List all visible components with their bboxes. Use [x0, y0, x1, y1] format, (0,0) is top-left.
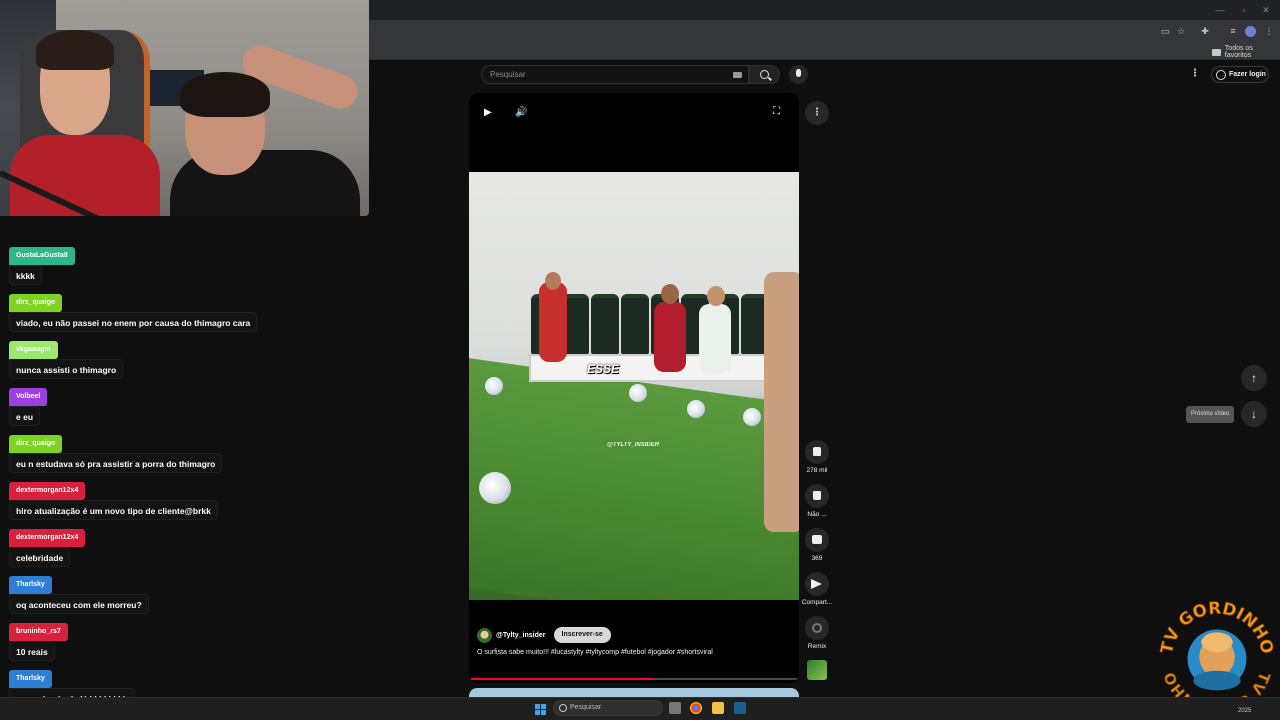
next-video-tooltip: Próximo vídeo	[1186, 406, 1235, 423]
volume-icon[interactable]: 🔊	[515, 107, 527, 118]
dislike-button[interactable]: Não ...	[801, 484, 833, 518]
thumbs-up-icon	[813, 447, 821, 456]
audio-thumbnail[interactable]	[807, 660, 827, 680]
shorts-player[interactable]: ▶ 🔊 ⛶ ESSE @TYLTY_INSIDER @Tylty_insider…	[469, 93, 799, 683]
comments-count: 369	[811, 555, 823, 562]
video-watermark: @TYLTY_INSIDER	[607, 442, 660, 448]
progress-bar[interactable]	[469, 678, 799, 680]
search-placeholder: Pesquisar	[490, 70, 526, 79]
voice-search-button[interactable]	[789, 65, 808, 84]
chat-message: dextermorgan12x4 celebridade	[9, 526, 86, 567]
share-button[interactable]: Compart...	[801, 572, 833, 606]
chat-username[interactable]: GustaLaGusta8	[9, 247, 75, 265]
like-count: 278 mil	[806, 467, 828, 474]
progress-fill	[469, 678, 654, 680]
chrome-app-icon[interactable]	[690, 702, 702, 714]
taskbar-search[interactable]: Pesquisar	[553, 700, 663, 716]
thumbs-down-icon	[813, 491, 821, 500]
media-icon[interactable]: ≡	[1228, 26, 1238, 36]
chat-username[interactable]: dextermorgan12x4	[9, 529, 86, 547]
task-view-icon[interactable]	[669, 702, 681, 714]
like-button[interactable]: 278 mil	[801, 440, 833, 474]
chat-username[interactable]: bruninho_rs7	[9, 623, 68, 641]
chat-text: nunca assisti o thimagro	[9, 359, 124, 379]
maximize-icon[interactable]: ▫	[1238, 4, 1250, 16]
arrow-down-icon: ↓	[1251, 407, 1257, 421]
previous-video-button[interactable]: ↑	[1241, 365, 1267, 391]
close-icon[interactable]: ✕	[1260, 4, 1272, 16]
all-bookmarks[interactable]: Todos os favoritos	[1212, 45, 1280, 59]
windows-start-icon[interactable]	[535, 704, 546, 715]
chat-text: viado, eu não passei no enem por causa d…	[9, 312, 258, 332]
all-bookmarks-label: Todos os favoritos	[1224, 45, 1253, 59]
remix-icon	[812, 623, 822, 633]
chat-message: dirz_quaigo viado, eu não passei no enem …	[9, 291, 258, 332]
comment-icon	[812, 535, 822, 544]
channel-name[interactable]: @Tylty_insider	[496, 632, 546, 639]
channel-avatar[interactable]	[477, 627, 492, 643]
login-label: Fazer login	[1229, 71, 1266, 78]
minimize-icon[interactable]: —	[1214, 4, 1226, 16]
chrome-menu-icon[interactable]: ⋮	[1264, 26, 1274, 36]
chat-message: bruninho_rs7 10 reais	[9, 620, 68, 661]
chat-message: dirz_quaigo eu n estudava só pra assistir…	[9, 432, 223, 473]
steam-app-icon[interactable]	[734, 702, 746, 714]
chat-message: dextermorgan12x4 hiro atualização é um no…	[9, 479, 218, 520]
webcam-feed	[0, 0, 369, 216]
chat-username[interactable]: Tharlsky	[9, 576, 52, 594]
extensions-icon[interactable]: ✚	[1200, 26, 1210, 36]
star-icon[interactable]: ☆	[1176, 26, 1186, 36]
channel-row: @Tylty_insider Inscrever-se	[477, 627, 611, 643]
video-overlay-text: ESSE	[587, 362, 620, 376]
chat-text: eu n estudava só pra assistir a porra do…	[9, 453, 223, 473]
file-explorer-icon[interactable]	[712, 702, 724, 714]
chat-text: oq aconteceu com ele morreu?	[9, 594, 149, 614]
share-icon	[811, 579, 822, 589]
profile-avatar[interactable]	[1245, 26, 1256, 37]
chat-username[interactable]: dirz_quaigo	[9, 435, 63, 453]
chat-username[interactable]: Volbeel	[9, 388, 48, 406]
subscribe-button[interactable]: Inscrever-se	[553, 627, 611, 643]
remix-button[interactable]: Remix	[801, 616, 833, 650]
taskbar-clock: 2025	[1238, 708, 1252, 714]
more-options-icon[interactable]: ⋮	[1190, 68, 1200, 79]
share-label: Compart...	[801, 599, 833, 606]
dislike-label: Não ...	[807, 511, 827, 518]
keyboard-icon[interactable]	[733, 72, 742, 78]
comments-button[interactable]: 369	[801, 528, 833, 562]
search-button[interactable]	[749, 65, 780, 84]
search-icon	[760, 70, 769, 79]
chat-username[interactable]: dirz_quaigo	[9, 294, 63, 312]
next-video-button[interactable]: ↓	[1241, 401, 1267, 427]
search-input[interactable]: Pesquisar	[481, 65, 749, 84]
chat-username[interactable]: vkgaaugm	[9, 341, 58, 359]
more-actions-icon[interactable]: ⋮	[805, 101, 829, 125]
microphone-icon	[796, 69, 801, 77]
chat-message: Volbeel e eu	[9, 385, 48, 426]
video-description[interactable]: O surfista sabe muito!!! #lucastylty #ty…	[477, 648, 737, 658]
user-icon	[1216, 69, 1226, 80]
login-button[interactable]: Fazer login	[1211, 66, 1269, 83]
chat-text: celebridade	[9, 547, 71, 567]
chat-text: kkkk	[9, 265, 42, 285]
fullscreen-icon[interactable]: ⛶	[773, 106, 780, 117]
chat-text: 10 reais	[9, 641, 55, 661]
chat-message: Tharlsky oq aconteceu com ele morreu?	[9, 573, 149, 614]
folder-icon	[1212, 48, 1221, 56]
chat-username[interactable]: dextermorgan12x4	[9, 482, 86, 500]
chat-message: GustaLaGusta8 kkkk	[9, 244, 75, 285]
chat-text: e eu	[9, 406, 41, 426]
cast-icon[interactable]: ▭	[1160, 26, 1170, 36]
remix-label: Remix	[807, 643, 827, 650]
chat-text: hiro atualização é um novo tipo de clien…	[9, 500, 218, 520]
chat-username[interactable]: Tharlsky	[9, 670, 52, 688]
chat-message: vkgaaugm nunca assisti o thimagro	[9, 338, 124, 379]
play-icon[interactable]: ▶	[484, 107, 492, 118]
arrow-up-icon: ↑	[1251, 371, 1257, 385]
video-frame[interactable]: ESSE @TYLTY_INSIDER	[469, 172, 799, 600]
